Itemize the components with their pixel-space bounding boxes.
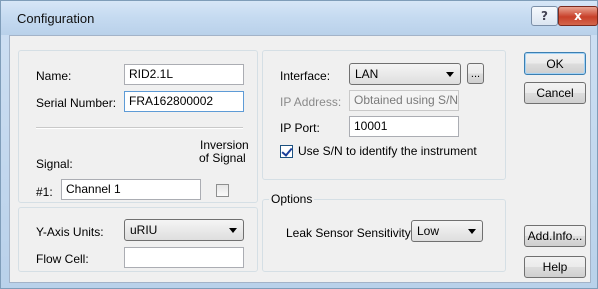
chevron-down-icon [229, 228, 237, 233]
leak-sensor-label: Leak Sensor Sensitivity: [286, 226, 415, 240]
chevron-down-icon [446, 72, 454, 77]
cancel-button-label: Cancel [536, 86, 574, 100]
ellipsis-icon: ... [470, 67, 481, 80]
dialog-body: Name: RID2.1L Serial Number: FRA16280000… [9, 35, 591, 283]
channel-prefix-label: #1: [36, 185, 53, 199]
name-label: Name: [36, 69, 72, 83]
close-icon: x [574, 9, 582, 23]
ip-port-field[interactable]: 10001 [349, 116, 459, 137]
chevron-down-icon [468, 229, 476, 234]
window-title: Configuration [17, 11, 95, 26]
help-title-button[interactable]: ? [531, 6, 558, 26]
use-sn-checkbox[interactable] [280, 145, 293, 158]
separator [36, 127, 243, 129]
name-field[interactable]: RID2.1L [124, 64, 244, 85]
flow-cell-field[interactable] [124, 247, 244, 268]
leak-sensor-value: Low [417, 224, 440, 238]
options-group: Options Leak Sensor Sensitivity: Low [262, 192, 506, 272]
channel-field[interactable]: Channel 1 [61, 179, 201, 200]
ip-port-label: IP Port: [280, 121, 320, 135]
help-button[interactable]: Help [524, 256, 586, 278]
close-button[interactable]: x [558, 6, 598, 26]
add-info-button[interactable]: Add.Info... [524, 225, 586, 247]
title-bar[interactable]: Configuration ? x [1, 1, 598, 35]
of-signal-label: of Signal [199, 151, 246, 165]
flow-cell-label: Flow Cell: [36, 252, 89, 266]
axis-panel: Y-Axis Units: uRIU Flow Cell: [18, 207, 258, 272]
question-mark-icon: ? [541, 9, 548, 23]
leak-sensor-dropdown[interactable]: Low [411, 220, 483, 242]
ok-button-label: OK [546, 56, 564, 71]
ok-button[interactable]: OK [524, 52, 586, 75]
ip-address-field: Obtained using S/N [349, 90, 459, 111]
inversion-label: Inversion [200, 138, 249, 152]
connection-panel: Interface: LAN ... IP Address: Obtained … [262, 50, 506, 180]
use-sn-label[interactable]: Use S/N to identify the instrument [298, 144, 477, 158]
identity-panel: Name: RID2.1L Serial Number: FRA16280000… [18, 50, 258, 203]
y-axis-units-dropdown[interactable]: uRIU [124, 219, 244, 241]
add-info-button-label: Add.Info... [527, 229, 583, 243]
signal-label: Signal: [36, 157, 73, 171]
interface-value: LAN [355, 67, 379, 81]
configuration-dialog: Configuration ? x Name: RID2.1L Serial N… [0, 0, 598, 289]
interface-dropdown[interactable]: LAN [349, 63, 461, 85]
y-axis-units-value: uRIU [130, 223, 158, 237]
inversion-checkbox[interactable] [216, 184, 229, 197]
browse-button[interactable]: ... [467, 63, 484, 84]
y-axis-units-label: Y-Axis Units: [36, 225, 104, 239]
options-caption: Options [269, 192, 315, 206]
ip-address-label: IP Address: [280, 95, 342, 109]
serial-number-field[interactable]: FRA162800002 [124, 91, 244, 112]
serial-number-label: Serial Number: [36, 96, 117, 110]
help-button-label: Help [542, 260, 568, 274]
cancel-button[interactable]: Cancel [524, 82, 586, 104]
interface-label: Interface: [280, 69, 331, 83]
